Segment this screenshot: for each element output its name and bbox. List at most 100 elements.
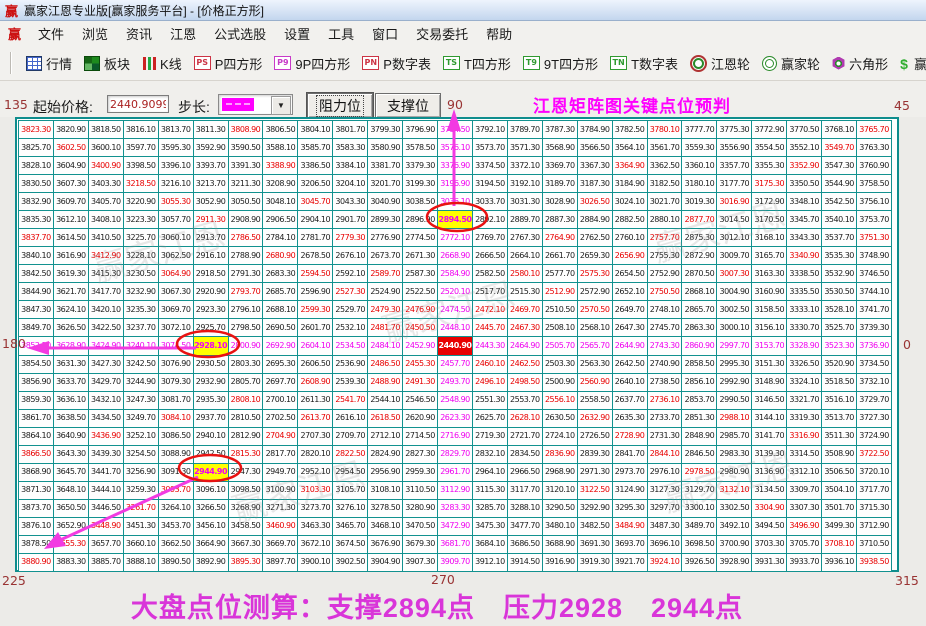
- matrix-cell[interactable]: 2944.90: [193, 463, 229, 482]
- matrix-cell[interactable]: 2548.90: [438, 391, 473, 410]
- matrix-cell[interactable]: 3441.70: [88, 463, 124, 482]
- matrix-cell[interactable]: 2880.10: [647, 211, 683, 230]
- matrix-cell[interactable]: 2460.10: [472, 355, 508, 374]
- matrix-cell[interactable]: 3924.10: [647, 553, 683, 572]
- matrix-cell[interactable]: 3335.50: [787, 283, 823, 302]
- matrix-cell[interactable]: 2572.90: [577, 283, 613, 302]
- matrix-cell[interactable]: 3086.50: [158, 427, 194, 446]
- matrix-cell[interactable]: 3069.70: [158, 301, 194, 320]
- matrix-cell[interactable]: 3172.90: [752, 193, 788, 212]
- start-price-input[interactable]: [107, 95, 169, 113]
- matrix-cell[interactable]: 2793.70: [228, 283, 264, 302]
- matrix-cell[interactable]: 3156.10: [752, 319, 788, 338]
- matrix-cell[interactable]: 3278.50: [368, 499, 404, 518]
- matrix-cell[interactable]: 2704.90: [263, 427, 299, 446]
- matrix-cell[interactable]: 3324.10: [787, 373, 823, 392]
- matrix-cell[interactable]: 2949.70: [263, 463, 299, 482]
- matrix-cell[interactable]: 3708.10: [822, 535, 858, 554]
- matrix-cell[interactable]: 3597.70: [123, 139, 159, 158]
- matrix-cell[interactable]: 3626.50: [53, 319, 89, 338]
- matrix-cell[interactable]: 3494.50: [752, 517, 788, 536]
- matrix-cell[interactable]: 3091.30: [158, 463, 194, 482]
- menu-item-交易委托[interactable]: 交易委托: [407, 22, 477, 45]
- matrix-cell[interactable]: 3110.50: [403, 481, 439, 500]
- matrix-cell[interactable]: 3235.30: [123, 301, 159, 320]
- matrix-cell[interactable]: 3631.30: [53, 355, 89, 374]
- matrix-cell[interactable]: 2750.50: [647, 283, 683, 302]
- matrix-cell[interactable]: 3028.90: [542, 193, 578, 212]
- matrix-cell[interactable]: 3837.70: [19, 229, 54, 248]
- matrix-cell[interactable]: 2464.90: [507, 337, 543, 356]
- matrix-cell[interactable]: 3153.70: [752, 337, 788, 356]
- menu-item-江恩[interactable]: 江恩: [161, 22, 205, 45]
- matrix-cell[interactable]: 3801.70: [333, 121, 369, 140]
- matrix-cell[interactable]: 3763.30: [857, 139, 892, 158]
- matrix-cell[interactable]: 3818.50: [88, 121, 124, 140]
- matrix-cell[interactable]: 2858.50: [682, 355, 718, 374]
- matrix-cell[interactable]: 2719.30: [472, 427, 508, 446]
- matrix-cell[interactable]: 2577.70: [542, 265, 578, 284]
- matrix-cell[interactable]: 3016.90: [717, 193, 753, 212]
- matrix-cell[interactable]: 3890.50: [158, 553, 194, 572]
- matrix-cell[interactable]: 3820.90: [53, 121, 89, 140]
- matrix-cell[interactable]: 2556.10: [542, 391, 578, 410]
- matrix-cell[interactable]: 2608.90: [298, 373, 334, 392]
- matrix-cell[interactable]: 3523.30: [822, 337, 858, 356]
- matrix-cell[interactable]: 3592.90: [193, 139, 229, 158]
- matrix-cell[interactable]: 3019.30: [682, 193, 718, 212]
- matrix-cell[interactable]: 2551.30: [472, 391, 508, 410]
- matrix-cell[interactable]: 2488.90: [368, 373, 404, 392]
- matrix-cell[interactable]: 2731.30: [647, 427, 683, 446]
- matrix-cell[interactable]: 2467.30: [507, 319, 543, 338]
- matrix-cell[interactable]: 2671.30: [403, 247, 439, 266]
- matrix-cell[interactable]: 2568.10: [577, 319, 613, 338]
- matrix-cell[interactable]: 2524.90: [368, 283, 404, 302]
- matrix-cell[interactable]: 2983.30: [717, 445, 753, 464]
- matrix-cell[interactable]: 3540.10: [822, 211, 858, 230]
- matrix-cell[interactable]: 3115.30: [472, 481, 508, 500]
- matrix-cell[interactable]: 2539.30: [333, 373, 369, 392]
- matrix-cell[interactable]: 3242.50: [123, 355, 159, 374]
- matrix-cell[interactable]: 3139.30: [752, 445, 788, 464]
- matrix-cell[interactable]: 3355.30: [752, 157, 788, 176]
- matrix-cell[interactable]: 3770.50: [787, 121, 823, 140]
- matrix-cell[interactable]: 3765.70: [857, 121, 892, 140]
- matrix-cell[interactable]: 3760.90: [857, 157, 892, 176]
- matrix-cell[interactable]: 2908.90: [228, 211, 264, 230]
- matrix-cell[interactable]: 3511.30: [822, 427, 858, 446]
- matrix-cell[interactable]: 3012.10: [717, 229, 753, 248]
- matrix-cell[interactable]: 3350.50: [787, 175, 823, 194]
- matrix-cell[interactable]: 3259.30: [123, 481, 159, 500]
- matrix-cell[interactable]: 2616.10: [333, 409, 369, 428]
- matrix-cell[interactable]: 2575.30: [577, 265, 613, 284]
- matrix-cell[interactable]: 2505.70: [542, 337, 578, 356]
- matrix-cell[interactable]: 2515.30: [507, 283, 543, 302]
- matrix-cell[interactable]: 3784.90: [577, 121, 613, 140]
- matrix-cell[interactable]: 2822.50: [333, 445, 369, 464]
- matrix-cell[interactable]: 3813.70: [158, 121, 194, 140]
- matrix-cell[interactable]: 2738.50: [647, 373, 683, 392]
- matrix-cell[interactable]: 2935.30: [193, 391, 229, 410]
- matrix-cell[interactable]: 3710.50: [857, 535, 892, 554]
- matrix-cell[interactable]: 3223.30: [123, 211, 159, 230]
- matrix-cell[interactable]: 2906.50: [263, 211, 299, 230]
- matrix-cell[interactable]: 2916.10: [193, 247, 229, 266]
- matrix-cell[interactable]: 2592.10: [333, 265, 369, 284]
- matrix-cell[interactable]: 2992.90: [717, 373, 753, 392]
- matrix-cell[interactable]: 3206.50: [298, 175, 334, 194]
- matrix-cell[interactable]: 2755.30: [647, 247, 683, 266]
- matrix-cell[interactable]: 2620.90: [403, 409, 439, 428]
- matrix-cell[interactable]: 2839.30: [577, 445, 613, 464]
- matrix-cell[interactable]: 2769.70: [472, 229, 508, 248]
- matrix-cell[interactable]: 3549.70: [822, 139, 858, 158]
- matrix-cell[interactable]: 2714.50: [403, 427, 439, 446]
- matrix-cell[interactable]: 3516.10: [822, 391, 858, 410]
- matrix-cell[interactable]: 3499.30: [822, 517, 858, 536]
- matrix-cell[interactable]: 3050.50: [228, 193, 264, 212]
- matrix-cell[interactable]: 3084.10: [158, 409, 194, 428]
- matrix-cell[interactable]: 3588.10: [263, 139, 299, 158]
- matrix-cell[interactable]: 2635.30: [612, 409, 648, 428]
- matrix-cell[interactable]: 3060.10: [158, 229, 194, 248]
- matrix-cell[interactable]: 3489.70: [682, 517, 718, 536]
- matrix-cell[interactable]: 2870.50: [682, 265, 718, 284]
